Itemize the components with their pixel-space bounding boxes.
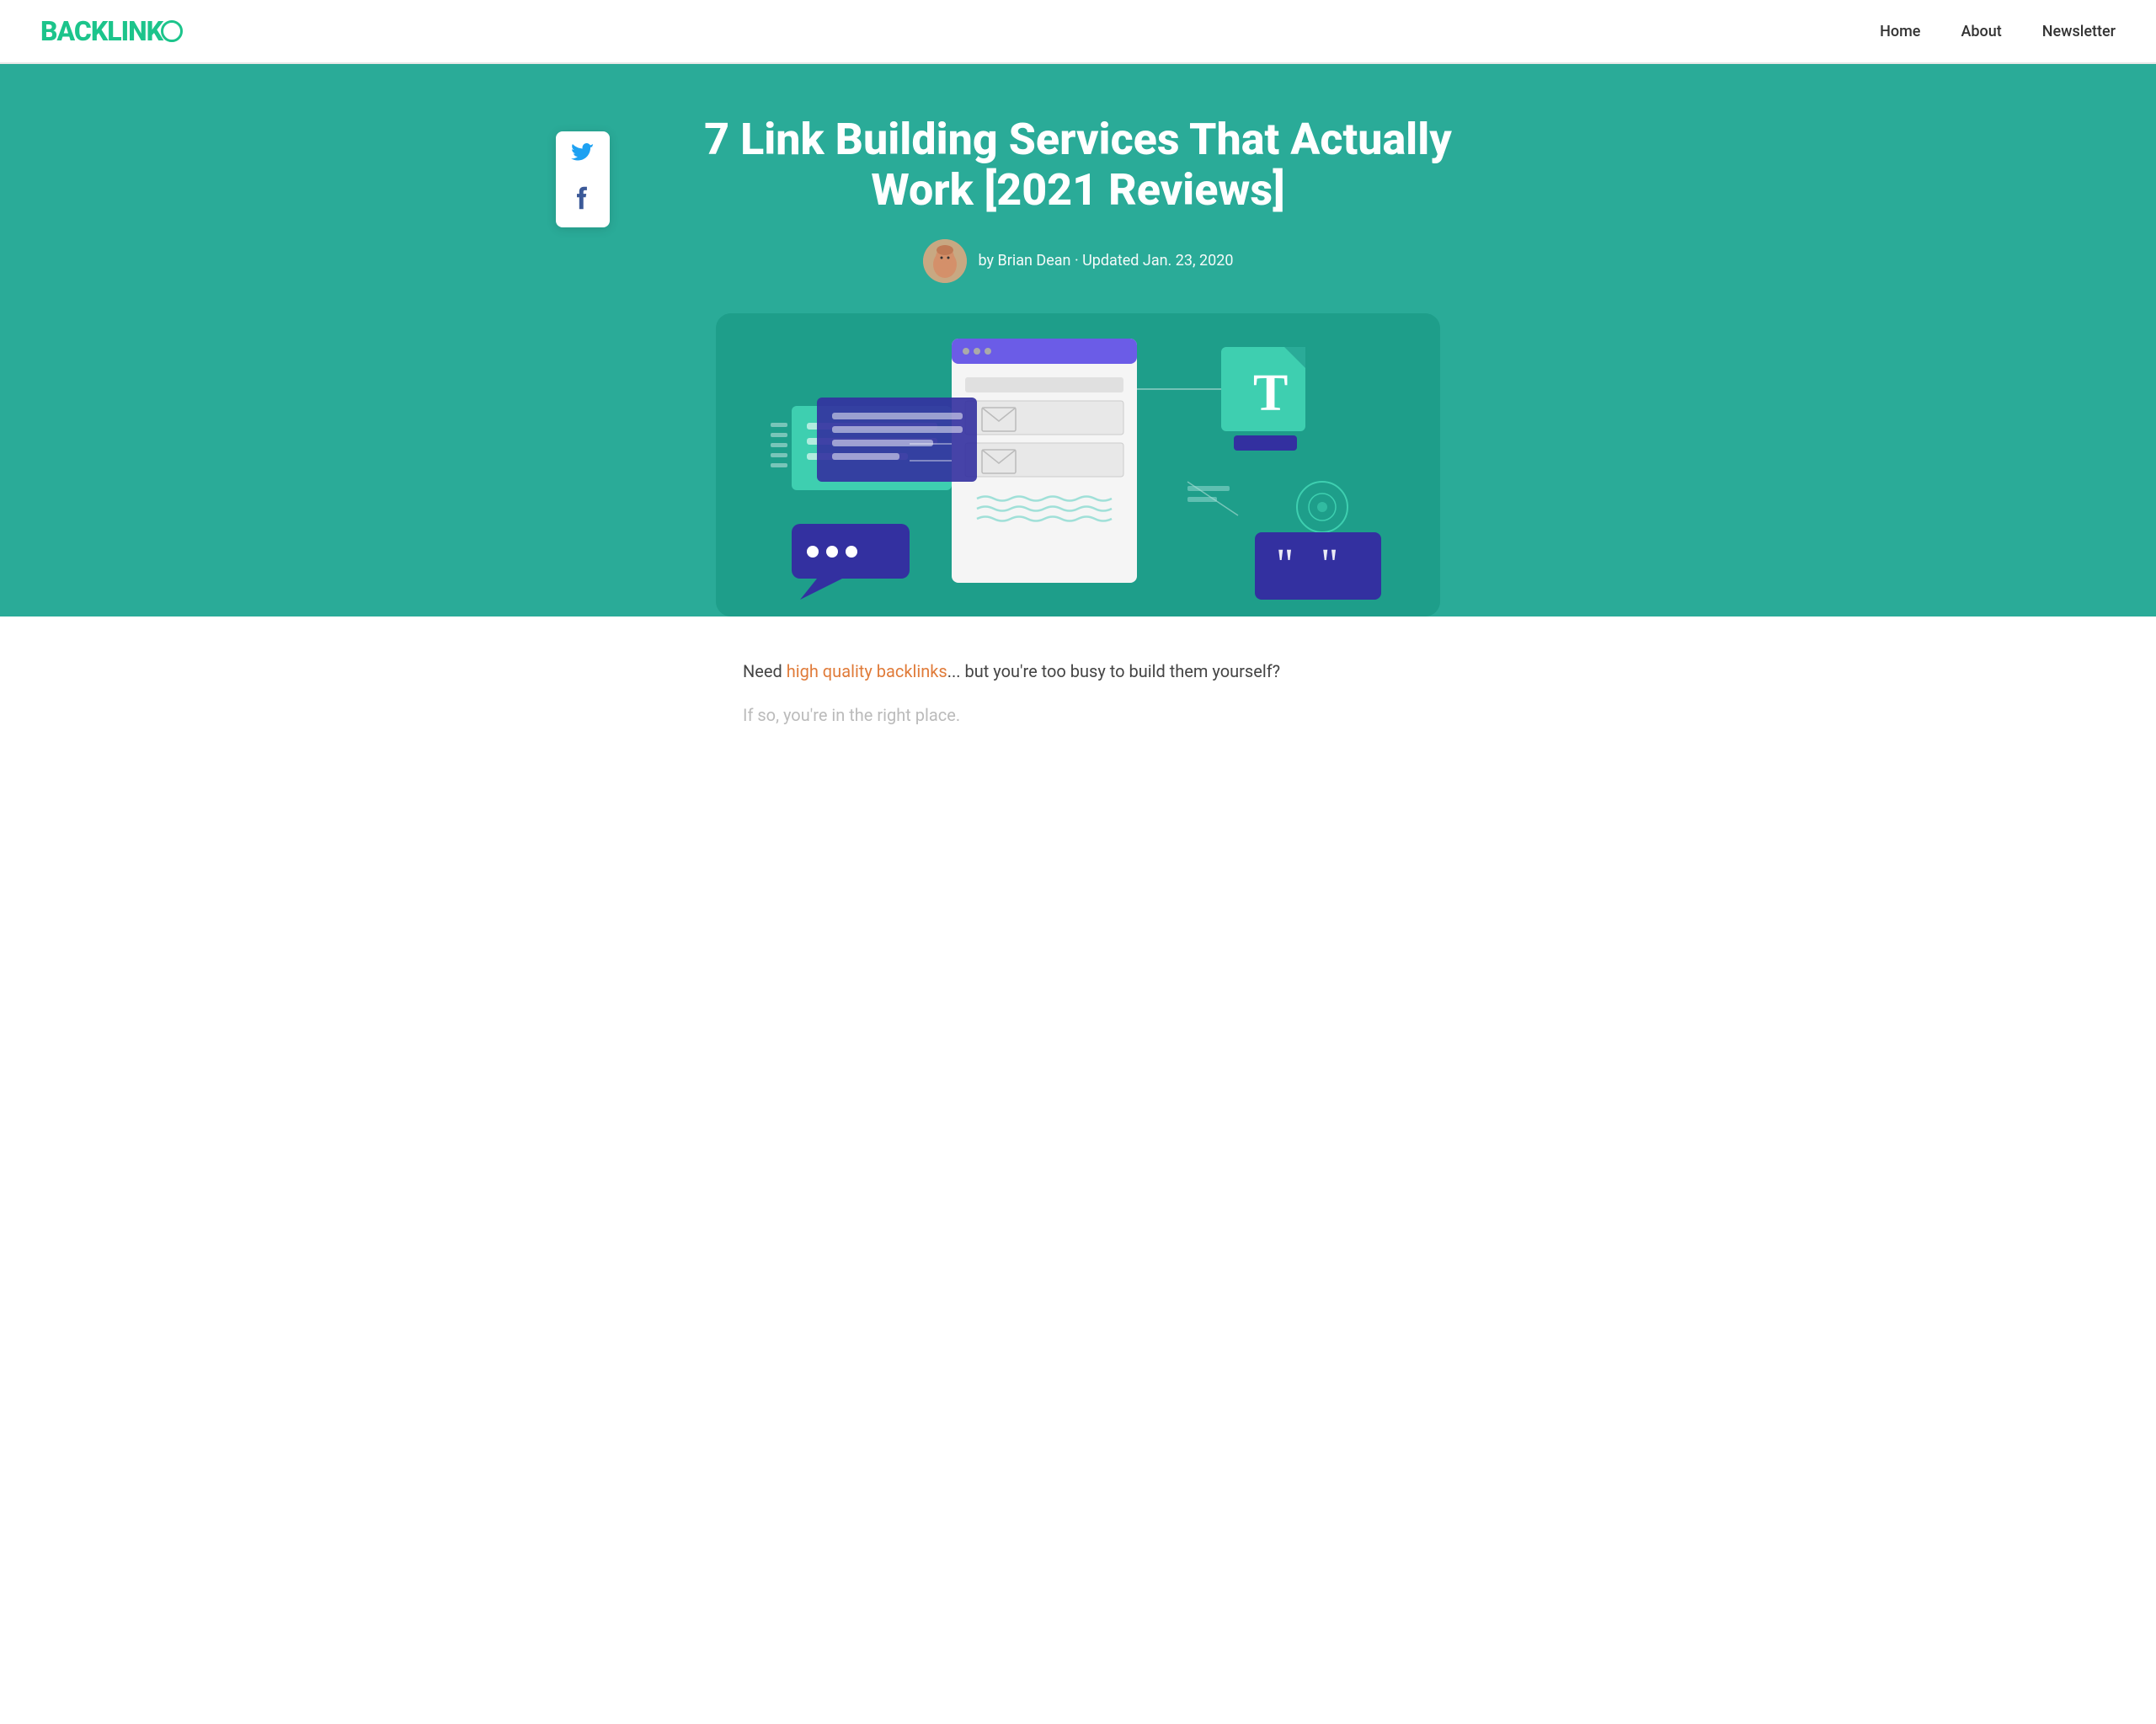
author-text: by Brian Dean · Updated Jan. 23, 2020	[979, 252, 1234, 270]
logo-text: BACKLINK	[40, 15, 163, 47]
hero-section: 7 Link Building Services That Actually W…	[0, 64, 2156, 616]
nav-link-newsletter[interactable]: Newsletter	[2042, 23, 2116, 40]
author-line: by Brian Dean · Updated Jan. 23, 2020	[682, 239, 1474, 283]
nav-item-newsletter[interactable]: Newsletter	[2042, 23, 2116, 40]
hero-illustration: T " "	[716, 313, 1440, 616]
hero-title-wrap: 7 Link Building Services That Actually W…	[615, 115, 1541, 616]
hero-title: 7 Link Building Services That Actually W…	[682, 115, 1474, 216]
hero-inner: 7 Link Building Services That Actually W…	[615, 115, 1541, 616]
intro-subtext: If so, you're in the right place.	[743, 701, 1413, 729]
logo[interactable]: BACKLINK	[40, 15, 183, 47]
author-avatar	[923, 239, 967, 283]
svg-text:": "	[1321, 541, 1338, 589]
nav-item-home[interactable]: Home	[1880, 23, 1920, 40]
twitter-icon[interactable]	[571, 143, 595, 173]
svg-text:T: T	[1253, 365, 1288, 422]
logo-circle	[161, 20, 183, 42]
intro-paragraph: Need high quality backlinks... but you'r…	[743, 657, 1413, 686]
navbar: BACKLINK Home About Newsletter	[0, 0, 2156, 64]
nav-links: Home About Newsletter	[1880, 23, 2116, 40]
intro-text-after: ... but you're too busy to build them yo…	[947, 661, 1280, 681]
facebook-icon[interactable]	[573, 186, 593, 216]
intro-text-before: Need	[743, 661, 787, 681]
svg-text:": "	[1276, 541, 1294, 589]
nav-item-about[interactable]: About	[1961, 23, 2001, 40]
nav-link-about[interactable]: About	[1961, 23, 2001, 40]
intro-link[interactable]: high quality backlinks	[787, 661, 947, 681]
content-section: Need high quality backlinks... but you'r…	[716, 616, 1440, 770]
social-sidebar	[556, 131, 610, 227]
nav-link-home[interactable]: Home	[1880, 23, 1920, 40]
